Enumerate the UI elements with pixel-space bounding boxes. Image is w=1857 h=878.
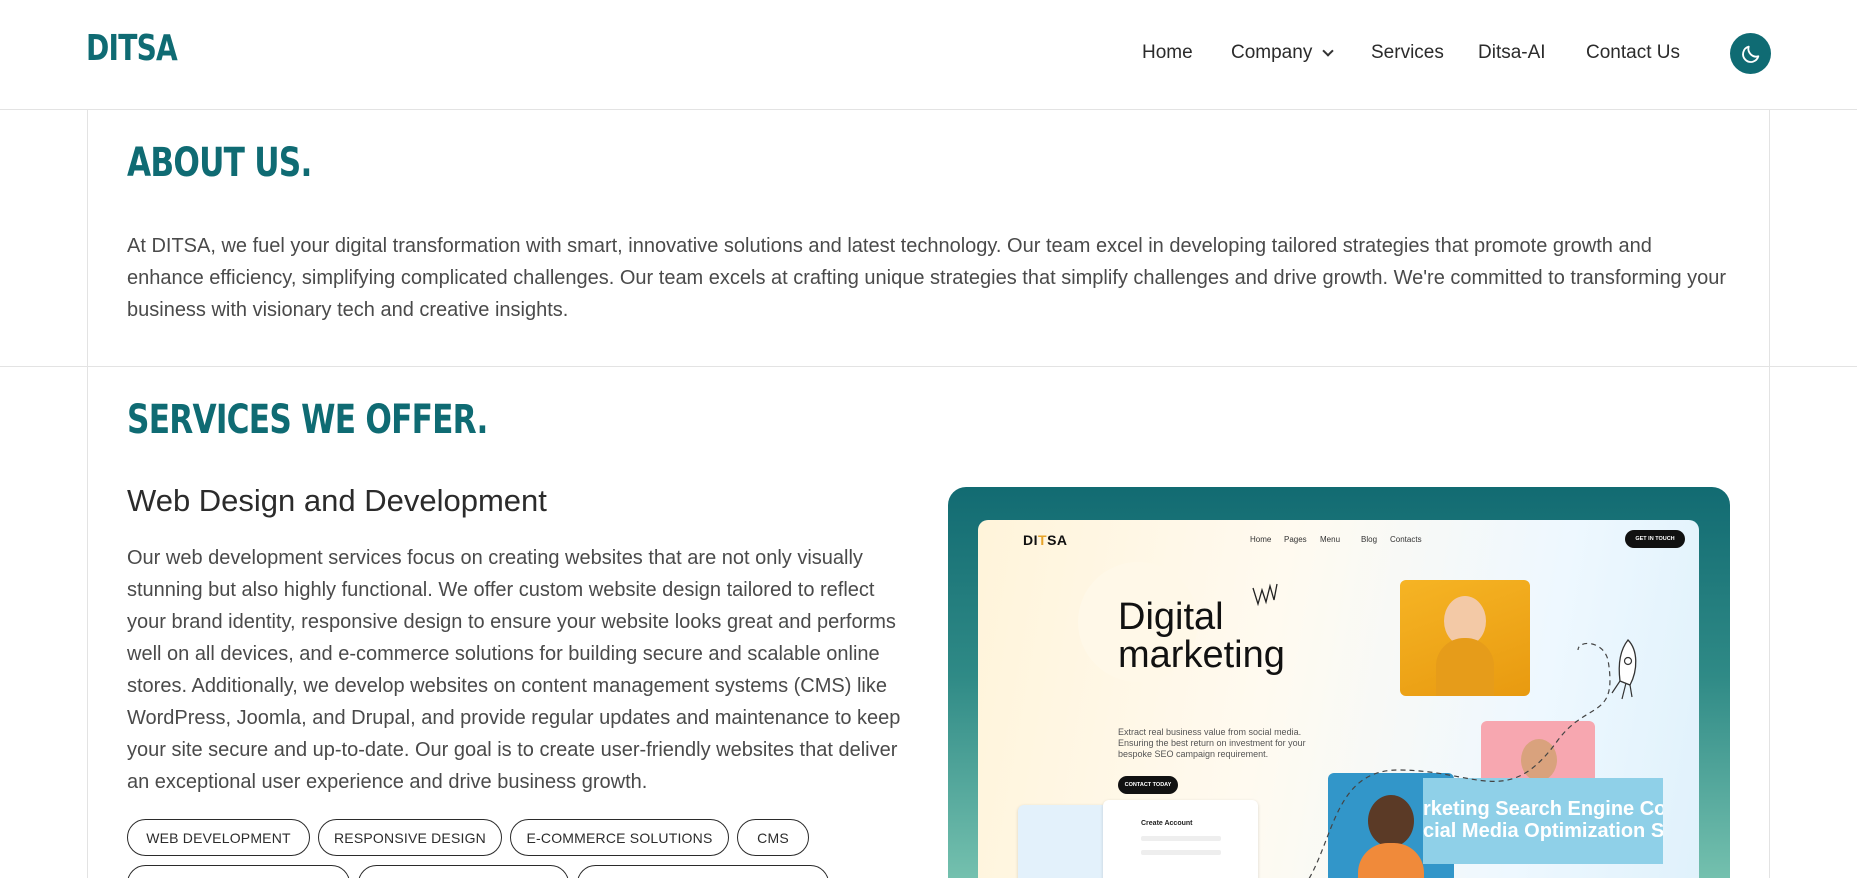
rocket-icon [1611, 639, 1637, 700]
service-item-title: Web Design and Development [127, 483, 547, 518]
about-text: At DITSA, we fuel your digital transform… [127, 235, 1727, 321]
preview-nav-pages: Pages [1284, 535, 1307, 544]
site-logo[interactable]: DITSA [86, 28, 178, 69]
mini-card-left [1018, 805, 1108, 878]
section-divider [0, 366, 1857, 367]
nav-ditsa-ai[interactable]: Ditsa-AI [1478, 42, 1546, 64]
theme-toggle-button[interactable] [1730, 33, 1771, 74]
nav-contact-us[interactable]: Contact Us [1586, 42, 1680, 64]
tag-responsive-design[interactable]: RESPONSIVE DESIGN [318, 819, 502, 856]
preview-nav-contacts: Contacts [1390, 535, 1422, 544]
website-screenshot: DITSA Home Pages Menu Blog Contacts GET … [978, 520, 1699, 878]
about-title: ABOUT US. [127, 140, 312, 186]
moon-icon [1741, 45, 1759, 63]
frame-line-left [87, 110, 88, 878]
preview-logo: DITSA [1023, 532, 1068, 548]
service-item-text: Our web development services focus on cr… [127, 547, 901, 793]
nav-company-label: Company [1231, 42, 1313, 63]
site-header: DITSA Home Company Services Ditsa-AI Con… [0, 0, 1857, 110]
tag-web-development[interactable]: WEB DEVELOPMENT [127, 819, 310, 856]
tag-row2-3[interactable] [577, 865, 829, 878]
tag-row2-1[interactable] [127, 865, 350, 878]
tag-ecommerce-solutions[interactable]: E-COMMERCE SOLUTIONS [510, 819, 729, 856]
preview-nav-blog: Blog [1361, 535, 1378, 544]
chevron-down-icon [1322, 45, 1334, 57]
frame-line-right [1769, 110, 1770, 878]
preview-nav-home: Home [1250, 535, 1272, 544]
services-title: SERVICES WE OFFER. [127, 397, 488, 443]
service-preview-card: DITSA Home Pages Menu Blog Contacts GET … [948, 487, 1730, 878]
tag-cms[interactable]: CMS [737, 819, 809, 856]
nav-services[interactable]: Services [1371, 42, 1444, 64]
nav-company[interactable]: Company [1231, 42, 1334, 64]
tag-row2-2[interactable] [358, 865, 569, 878]
preview-cta: GET IN TOUCH [1625, 530, 1685, 548]
preview-nav-menu: Menu [1320, 535, 1341, 544]
scribble-icon [1252, 583, 1278, 607]
preview-button: CONTACT TODAY [1118, 776, 1178, 794]
nav-home[interactable]: Home [1142, 42, 1193, 64]
mini-card-signup: Create Account [1103, 800, 1258, 878]
